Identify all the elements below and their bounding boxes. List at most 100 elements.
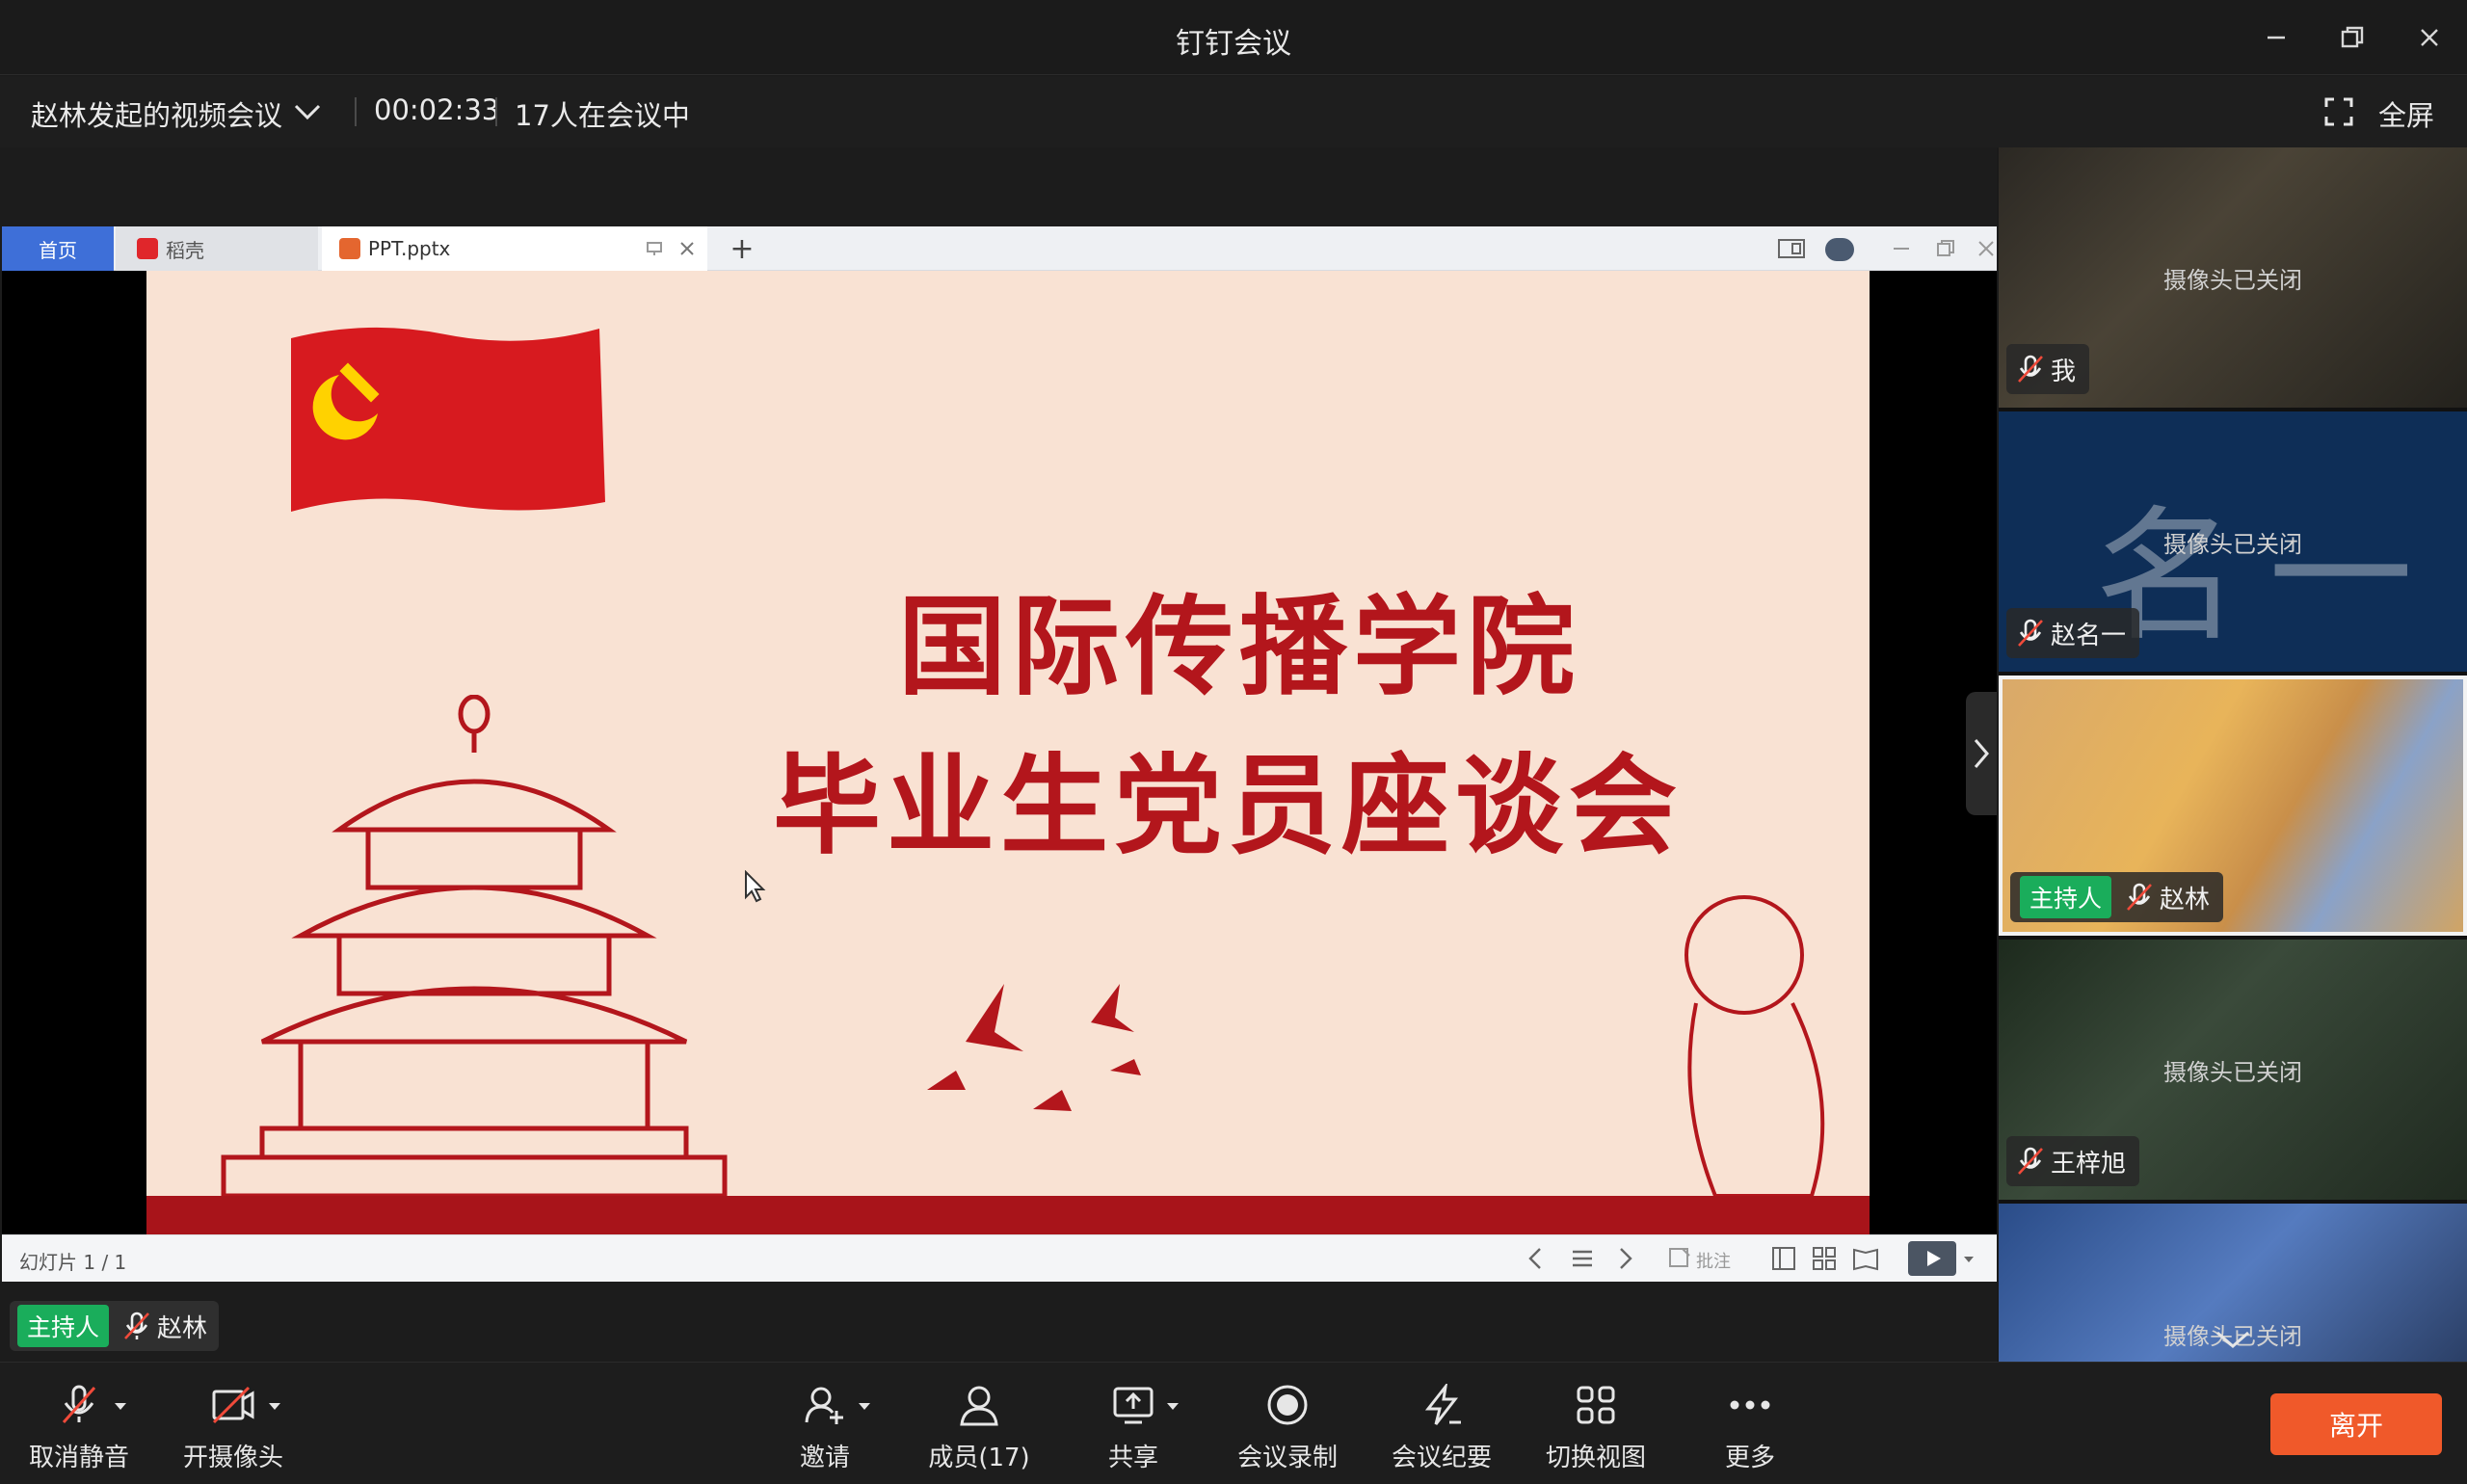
participant-name: 王梓旭: [2051, 1149, 2127, 1179]
unmute-label: 取消静音: [28, 1444, 129, 1472]
mic-muted-icon: [2127, 883, 2152, 911]
camera-label: 开摄像头: [182, 1444, 283, 1472]
chevron-down-icon[interactable]: [2214, 1329, 2252, 1352]
minutes-button[interactable]: 会议纪要: [1365, 1363, 1519, 1484]
caret-down-icon[interactable]: [268, 1401, 281, 1413]
mic-muted-icon: [62, 1385, 96, 1423]
participant-count: 17人在会议中: [515, 99, 690, 132]
caret-down-icon[interactable]: [114, 1401, 127, 1413]
participant-label: 王梓旭: [2006, 1136, 2140, 1186]
host-badge: 主持人: [17, 1305, 110, 1347]
app-tab-bar: 首页 稻壳 PPT.pptx +: [2, 226, 1997, 271]
participant-tile[interactable]: 摄像头已关闭 王梓旭: [1999, 940, 2467, 1200]
temple-of-heaven-illustration: [221, 695, 728, 1199]
grid-view-icon: [1577, 1386, 1615, 1424]
close-icon[interactable]: [1976, 238, 1997, 259]
avatar[interactable]: [1825, 238, 1854, 261]
party-flag-image: [291, 327, 605, 512]
pin-icon[interactable]: [646, 240, 663, 257]
caret-down-icon[interactable]: [1166, 1401, 1180, 1413]
tab-docer[interactable]: 稻壳: [116, 226, 318, 271]
restore-button[interactable]: [2326, 13, 2378, 62]
slideshow-play-button[interactable]: [1908, 1241, 1956, 1276]
members-button[interactable]: 成员(17): [902, 1363, 1056, 1484]
meeting-toolbar: 取消静音 开摄像头 邀请 成员(17) 共享 会议录制 会议纪要 切换视图 更多…: [0, 1362, 2467, 1484]
fullscreen-button[interactable]: 全屏: [2378, 93, 2434, 134]
avatar-text: 名一: [2095, 493, 2443, 661]
camera-off-icon: [212, 1386, 254, 1424]
participant-tile[interactable]: 摄像头已关闭: [1999, 1204, 2467, 1362]
slide-number: 幻灯片 1 / 1: [19, 1251, 127, 1274]
minimize-button[interactable]: [2250, 13, 2302, 62]
camera-off-status: 摄像头已关闭: [2163, 531, 2302, 558]
lightning-icon: [1424, 1384, 1461, 1425]
mic-muted-icon: [2018, 355, 2043, 383]
share-button[interactable]: 共享: [1056, 1363, 1210, 1484]
members-label: 成员(17): [928, 1444, 1030, 1472]
shared-screen: 首页 稻壳 PPT.pptx + 国际传播学院 毕业生党员座谈会 幻灯片 1 /…: [2, 226, 1997, 1282]
meeting-info-bar: 赵林发起的视频会议 00:02:33 17人在会议中 全屏: [0, 76, 2467, 147]
slide-title-line-1: 国际传播学院: [898, 584, 1580, 710]
new-tab-button[interactable]: +: [723, 226, 761, 271]
close-button[interactable]: [2403, 13, 2455, 62]
restore-icon[interactable]: [1935, 238, 1956, 259]
unmute-button[interactable]: 取消静音: [2, 1363, 156, 1484]
play-icon: [1927, 1251, 1941, 1266]
divider: [355, 97, 357, 126]
camera-button[interactable]: 开摄像头: [156, 1363, 310, 1484]
participant-label: 赵名一: [2006, 608, 2140, 658]
slide-footer-band: [146, 1196, 1870, 1234]
invite-label: 邀请: [799, 1444, 850, 1472]
tab-docer-label: 稻壳: [166, 238, 204, 262]
more-button[interactable]: 更多: [1673, 1363, 1827, 1484]
leave-button[interactable]: 离开: [2270, 1393, 2442, 1455]
minimize-icon: [2268, 36, 2285, 40]
participant-tile-active[interactable]: 主持人 赵林: [1999, 676, 2467, 936]
meeting-title[interactable]: 赵林发起的视频会议: [31, 93, 282, 134]
participant-tile[interactable]: 摄像头已关闭 我: [1999, 147, 2467, 408]
fullscreen-icon[interactable]: [2324, 97, 2353, 126]
minimize-icon[interactable]: [1891, 238, 1912, 259]
record-button[interactable]: 会议录制: [1210, 1363, 1365, 1484]
participant-name: 赵林: [2160, 885, 2211, 914]
window-mode-icon[interactable]: [1777, 238, 1806, 259]
meeting-timer: 00:02:33: [374, 93, 500, 126]
tab-ppt[interactable]: PPT.pptx: [322, 226, 707, 271]
annotate-icon[interactable]: [1667, 1246, 1692, 1271]
tab-home[interactable]: 首页: [2, 226, 114, 271]
participant-label: 主持人 赵林: [2010, 872, 2224, 922]
mic-muted-icon: [124, 1312, 149, 1339]
slide-title-line-2: 毕业生党员座谈会: [773, 743, 1683, 869]
slide-nav-icons[interactable]: [1525, 1243, 1659, 1274]
participant-tile[interactable]: 名一 摄像头已关闭 赵名一: [1999, 411, 2467, 672]
ppt-file-icon: [339, 238, 360, 259]
expand-participants-button[interactable]: [1966, 692, 1997, 815]
app-status-bar: 幻灯片 1 / 1 批注: [2, 1234, 1997, 1282]
presenter-name: 赵林: [157, 1313, 208, 1343]
caret-down-icon[interactable]: [858, 1401, 871, 1413]
participant-name: 我: [2051, 357, 2077, 386]
invite-button[interactable]: 邀请: [748, 1363, 902, 1484]
close-icon: [2421, 29, 2438, 46]
mic-muted-icon: [2018, 1147, 2043, 1175]
add-user-icon: [805, 1387, 843, 1424]
share-screen-icon: [1113, 1387, 1154, 1424]
more-label: 更多: [1724, 1444, 1775, 1472]
participant-label: 我: [2006, 344, 2090, 394]
chevron-right-icon: [1974, 739, 1989, 768]
share-label: 共享: [1107, 1444, 1158, 1472]
slide: 国际传播学院 毕业生党员座谈会: [146, 271, 1870, 1234]
camera-off-status: 摄像头已关闭: [2163, 1059, 2302, 1086]
view-mode-icons[interactable]: [1771, 1245, 1887, 1272]
tab-close-icon[interactable]: [678, 240, 696, 257]
doves-illustration: [927, 984, 1141, 1111]
chevron-down-icon[interactable]: [293, 101, 322, 122]
participant-name: 赵名一: [2051, 621, 2127, 650]
record-icon: [1267, 1385, 1308, 1425]
annotate-label[interactable]: 批注: [1696, 1248, 1731, 1273]
host-badge: 主持人: [2020, 876, 2112, 918]
switch-view-button[interactable]: 切换视图: [1519, 1363, 1673, 1484]
caret-down-icon[interactable]: [1962, 1253, 1976, 1266]
more-icon: [1730, 1400, 1770, 1410]
minutes-label: 会议纪要: [1391, 1444, 1492, 1472]
